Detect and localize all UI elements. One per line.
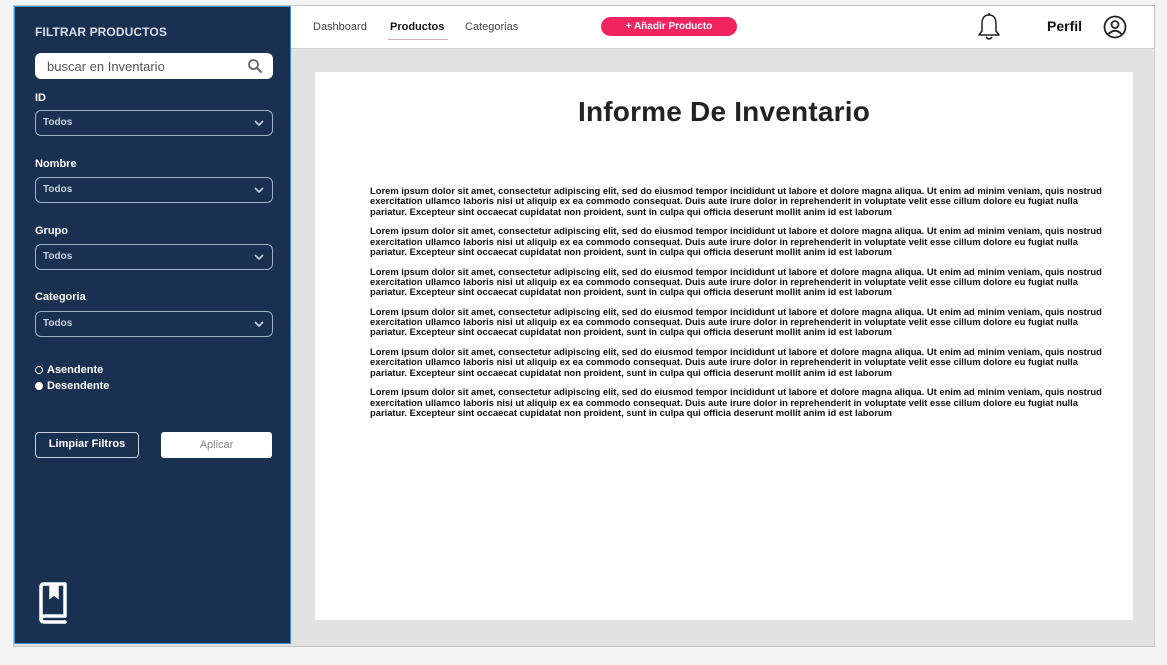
categoria-select-value: Todos bbox=[43, 318, 73, 329]
report-paragraph: Lorem ipsum dolor sit amet, consectetur … bbox=[370, 305, 1102, 338]
nav-dashboard[interactable]: Dashboard bbox=[313, 21, 367, 33]
report-body: Lorem ipsum dolor sit amet, consectetur … bbox=[370, 185, 1105, 424]
report-title: Informe De Inventario bbox=[577, 96, 871, 127]
filter-label-id: ID bbox=[35, 92, 46, 104]
active-tab-indicator bbox=[388, 39, 448, 40]
bell-icon[interactable] bbox=[977, 12, 1001, 42]
nombre-select[interactable]: Todos bbox=[35, 177, 273, 203]
chevron-down-icon bbox=[254, 187, 264, 194]
grupo-select[interactable]: Todos bbox=[35, 244, 273, 270]
nav-productos[interactable]: Productos bbox=[390, 21, 444, 33]
nombre-select-value: Todos bbox=[43, 184, 73, 195]
report-paragraph: Lorem ipsum dolor sit amet, consectetur … bbox=[370, 386, 1102, 418]
categoria-select[interactable]: Todos bbox=[35, 311, 273, 337]
chevron-down-icon bbox=[254, 321, 264, 328]
add-product-button[interactable]: + Añadir Producto bbox=[601, 17, 737, 36]
search-input[interactable] bbox=[47, 57, 237, 75]
clear-filters-button[interactable]: Limpiar Filtros bbox=[35, 432, 139, 458]
nav-categorias[interactable]: Categorias bbox=[465, 21, 518, 33]
sidebar-title: FILTRAR PRODUCTOS bbox=[35, 25, 167, 39]
filter-label-nombre: Nombre bbox=[35, 158, 77, 170]
user-icon[interactable] bbox=[1103, 15, 1127, 39]
sort-ascending-label: Asendente bbox=[47, 364, 104, 376]
search-box[interactable] bbox=[35, 53, 273, 79]
report-paragraph: Lorem ipsum dolor sit amet, consectetur … bbox=[370, 185, 1102, 217]
sort-descending-label: Desendente bbox=[47, 380, 110, 392]
profile-link[interactable]: Perfil bbox=[1047, 18, 1082, 34]
top-navigation-bar: Dashboard Productos Categorias + Añadir … bbox=[291, 6, 1154, 49]
report-paragraph: Lorem ipsum dolor sit amet, consectetur … bbox=[370, 346, 1102, 378]
book-icon[interactable] bbox=[37, 582, 69, 624]
filter-sidebar: FILTRAR PRODUCTOS ID Todos Nombre Todos … bbox=[14, 6, 291, 644]
sort-ascending-radio[interactable]: Asendente bbox=[35, 364, 103, 376]
report-paragraph: Lorem ipsum dolor sit amet, consectetur … bbox=[370, 265, 1102, 298]
chevron-down-icon bbox=[254, 254, 264, 261]
id-select[interactable]: Todos bbox=[35, 110, 273, 136]
search-icon[interactable] bbox=[247, 58, 263, 74]
id-select-value: Todos bbox=[43, 117, 73, 128]
app-window: FILTRAR PRODUCTOS ID Todos Nombre Todos … bbox=[13, 5, 1155, 647]
apply-button[interactable]: Aplicar bbox=[161, 432, 272, 458]
chevron-down-icon bbox=[254, 120, 264, 127]
radio-unchecked-icon bbox=[35, 366, 43, 374]
report-document: Informe De Inventario Lorem ipsum dolor … bbox=[315, 72, 1133, 620]
filter-label-categoria: Categoria bbox=[35, 291, 86, 303]
radio-checked-icon bbox=[35, 382, 43, 390]
grupo-select-value: Todos bbox=[43, 251, 73, 262]
filter-label-grupo: Grupo bbox=[35, 225, 68, 237]
report-paragraph: Lorem ipsum dolor sit amet, consectetur … bbox=[370, 225, 1102, 257]
sort-descending-radio[interactable]: Desendente bbox=[35, 380, 109, 392]
